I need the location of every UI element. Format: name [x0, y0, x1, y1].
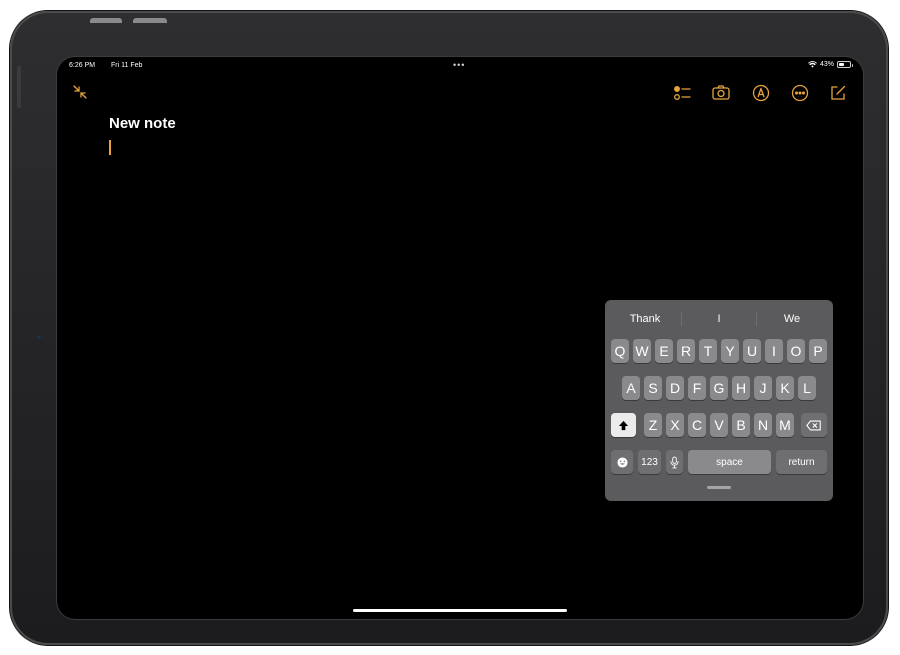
key-h[interactable]: H [732, 376, 750, 400]
volume-button [90, 18, 122, 23]
delete-key[interactable] [801, 413, 827, 437]
suggestion[interactable]: Thank [615, 313, 675, 325]
status-time: 6:26 PM [69, 62, 96, 69]
floating-keyboard: Thank I We Q W E R T Y U I O P A S D F G… [605, 300, 833, 501]
battery-percent: 43% [819, 61, 834, 68]
key-j[interactable]: J [754, 376, 772, 400]
home-indicator[interactable] [353, 609, 567, 612]
key-v[interactable]: V [710, 413, 728, 437]
status-right: 43% [808, 61, 853, 68]
shift-key[interactable] [611, 413, 636, 437]
battery-icon [837, 61, 853, 68]
key-b[interactable]: B [732, 413, 750, 437]
emoji-key[interactable] [611, 450, 633, 474]
screen: 6:26 PM Fri 11 Feb ••• 43% New note Than… [57, 57, 863, 619]
key-c[interactable]: C [688, 413, 706, 437]
suggestion-divider [681, 312, 682, 326]
front-camera [37, 335, 41, 339]
camera-icon[interactable] [711, 83, 731, 103]
note-title[interactable]: New note [109, 115, 176, 132]
ipad-device-frame: 6:26 PM Fri 11 Feb ••• 43% New note Than… [10, 11, 888, 645]
keyboard-drag-handle[interactable] [707, 486, 731, 489]
return-key[interactable]: return [776, 450, 827, 474]
compose-icon[interactable] [828, 83, 848, 103]
emoji-icon [616, 456, 628, 468]
key-y[interactable]: Y [721, 339, 739, 363]
dictation-key[interactable] [666, 450, 683, 474]
status-date: Fri 11 Feb [111, 62, 143, 69]
space-key[interactable]: space [688, 450, 771, 474]
key-u[interactable]: U [743, 339, 761, 363]
key-g[interactable]: G [710, 376, 728, 400]
key-d[interactable]: D [666, 376, 684, 400]
checklist-icon[interactable] [672, 83, 692, 103]
key-a[interactable]: A [622, 376, 640, 400]
key-w[interactable]: W [633, 339, 651, 363]
key-z[interactable]: Z [644, 413, 662, 437]
status-bar: 6:26 PM Fri 11 Feb ••• 43% [57, 57, 863, 75]
key-i[interactable]: I [765, 339, 783, 363]
microphone-icon [670, 456, 679, 468]
key-t[interactable]: T [699, 339, 717, 363]
markup-icon[interactable] [751, 83, 771, 103]
wifi-icon [808, 61, 817, 68]
volume-button [133, 18, 167, 23]
shift-arrow-icon [618, 420, 629, 430]
key-s[interactable]: S [644, 376, 662, 400]
multitasking-dots[interactable]: ••• [453, 60, 465, 70]
key-x[interactable]: X [666, 413, 684, 437]
key-e[interactable]: E [655, 339, 673, 363]
key-k[interactable]: K [776, 376, 794, 400]
collapse-arrows-icon[interactable] [71, 83, 89, 101]
numbers-key[interactable]: 123 [638, 450, 661, 474]
key-r[interactable]: R [677, 339, 695, 363]
key-n[interactable]: N [754, 413, 772, 437]
key-p[interactable]: P [809, 339, 827, 363]
key-f[interactable]: F [688, 376, 706, 400]
suggestion-divider [756, 312, 757, 326]
suggestion[interactable]: I [689, 313, 749, 325]
text-cursor [109, 140, 111, 155]
more-icon[interactable] [790, 83, 810, 103]
key-q[interactable]: Q [611, 339, 629, 363]
key-o[interactable]: O [787, 339, 805, 363]
predictive-bar: Thank I We [605, 300, 833, 336]
key-l[interactable]: L [798, 376, 816, 400]
suggestion[interactable]: We [762, 313, 822, 325]
side-button [17, 66, 21, 108]
key-m[interactable]: M [776, 413, 794, 437]
delete-icon [806, 420, 821, 430]
